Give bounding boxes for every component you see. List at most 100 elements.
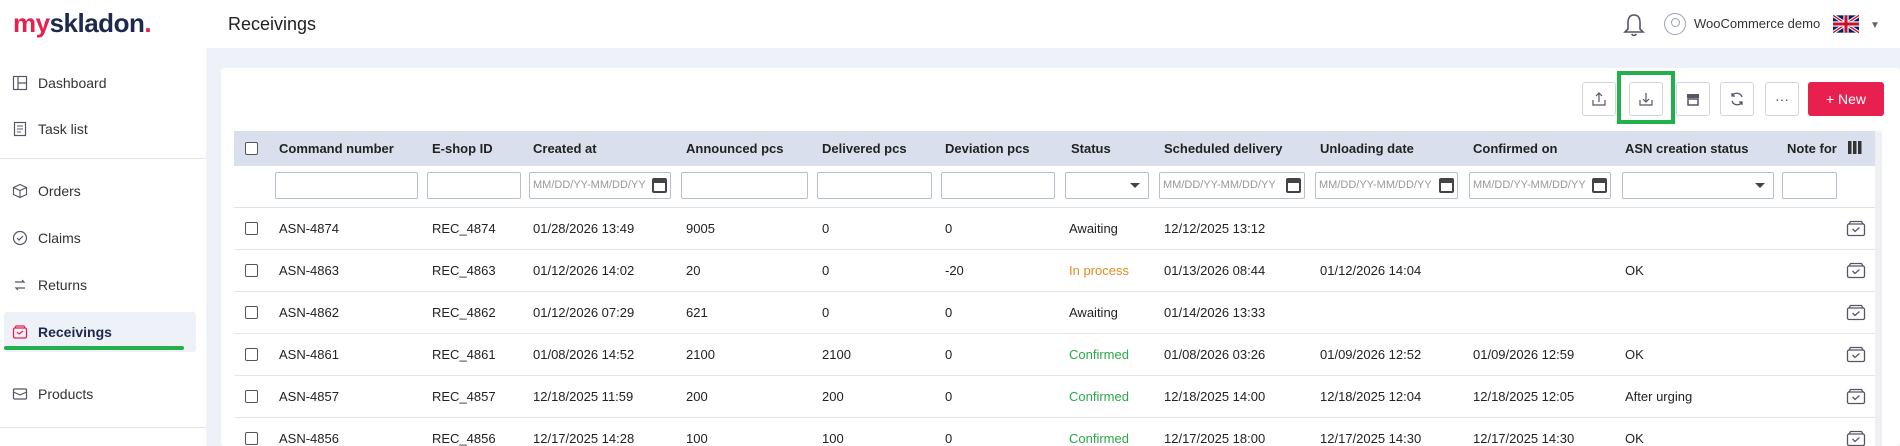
cell-status: Confirmed <box>1069 431 1129 446</box>
col-confirmed-on[interactable]: Confirmed on <box>1473 141 1558 156</box>
filter-asn-status-select[interactable] <box>1622 172 1774 199</box>
cell-scheduled: 01/14/2026 13:33 <box>1164 305 1266 320</box>
filter-announced-pcs[interactable] <box>681 172 808 199</box>
cell-created: 12/17/2025 14:28 <box>533 431 635 446</box>
filter-note-for[interactable] <box>1782 172 1837 199</box>
cell-delivered: 100 <box>822 431 844 446</box>
cell-status: Awaiting <box>1069 305 1118 320</box>
cell-created: 12/18/2025 11:59 <box>533 389 634 404</box>
avatar[interactable] <box>1664 13 1686 35</box>
row-checkbox[interactable] <box>245 432 258 445</box>
row-checkbox[interactable] <box>245 390 258 403</box>
cell-announced: 9005 <box>686 221 715 236</box>
row-checkbox[interactable] <box>245 348 258 361</box>
more-button[interactable]: ··· <box>1765 82 1799 116</box>
filter-confirmed-on[interactable]: MM/DD/YY-MM/DD/YY <box>1469 172 1611 199</box>
cell-delivered: 0 <box>822 305 830 320</box>
col-command-number[interactable]: Command number <box>279 141 394 156</box>
cell-eshop: REC_4856 <box>432 431 496 446</box>
col-note-for[interactable]: Note for <box>1787 141 1837 156</box>
row-checkbox[interactable] <box>245 264 258 277</box>
col-status[interactable]: Status <box>1071 141 1111 156</box>
col-unloading-date[interactable]: Unloading date <box>1320 141 1414 156</box>
filter-delivered-pcs[interactable] <box>817 172 932 199</box>
receiving-box-icon[interactable] <box>1846 262 1866 279</box>
chevron-down-icon[interactable]: ▼ <box>1870 20 1880 31</box>
sidebar-item-orders[interactable]: Orders <box>0 171 196 211</box>
receiving-box-icon[interactable] <box>1846 388 1866 405</box>
cell-command[interactable]: ASN-4863 <box>279 263 339 278</box>
cell-announced: 20 <box>686 263 701 278</box>
dashboard-icon <box>12 75 28 91</box>
cell-eshop: REC_4862 <box>432 305 496 320</box>
filter-created-at[interactable]: MM/DD/YY-MM/DD/YY <box>529 172 671 199</box>
filter-status-select[interactable] <box>1065 172 1149 199</box>
receiving-box-icon[interactable] <box>1846 430 1866 446</box>
products-icon <box>12 388 28 400</box>
select-all-checkbox[interactable] <box>245 142 258 155</box>
filter-unloading-date[interactable]: MM/DD/YY-MM/DD/YY <box>1315 172 1458 199</box>
upload-icon <box>1592 92 1606 106</box>
cell-deviation: 0 <box>945 389 953 404</box>
cell-delivered: 200 <box>822 389 844 404</box>
calendar-icon[interactable] <box>1286 178 1301 193</box>
box-icon <box>12 183 28 199</box>
cell-command[interactable]: ASN-4861 <box>279 347 339 362</box>
cell-scheduled: 01/13/2026 08:44 <box>1164 263 1266 278</box>
refresh-icon <box>1731 92 1743 106</box>
cell-confirmed: 01/09/2026 12:59 <box>1473 347 1575 362</box>
cell-announced: 621 <box>686 305 708 320</box>
filter-deviation-pcs[interactable] <box>941 172 1055 199</box>
row-checkbox[interactable] <box>245 222 258 235</box>
cell-asn: After urging <box>1625 389 1693 404</box>
receiving-box-icon[interactable] <box>1846 220 1866 237</box>
logo[interactable]: myskladon. <box>13 8 152 39</box>
col-delivered-pcs[interactable]: Delivered pcs <box>822 141 907 156</box>
filter-command-number[interactable] <box>275 172 418 199</box>
sidebar-item-dashboard[interactable]: Dashboard <box>0 63 196 103</box>
calendar-icon[interactable] <box>1592 178 1607 193</box>
cell-unloading: 12/17/2025 14:30 <box>1320 431 1422 446</box>
sidebar-item-products[interactable]: Products <box>0 374 196 414</box>
sidebar-item-task-list[interactable]: Task list <box>0 109 196 149</box>
page-title: Receivings <box>228 14 317 34</box>
bell-icon[interactable] <box>1622 12 1646 38</box>
col-announced-pcs[interactable]: Announced pcs <box>686 141 784 156</box>
claims-icon <box>12 230 28 246</box>
user-name[interactable]: WooCommerce demo <box>1694 16 1820 31</box>
col-created-at[interactable]: Created at <box>533 141 597 156</box>
calendar-icon[interactable] <box>1439 178 1454 193</box>
sidebar-item-claims[interactable]: Claims <box>0 218 196 258</box>
col-asn-creation-status[interactable]: ASN creation status <box>1625 141 1749 156</box>
receiving-box-icon[interactable] <box>1846 304 1866 321</box>
cell-command[interactable]: ASN-4862 <box>279 305 339 320</box>
cell-command[interactable]: ASN-4856 <box>279 431 339 446</box>
export-button[interactable] <box>1582 82 1616 116</box>
columns-icon[interactable] <box>1848 141 1862 154</box>
filter-scheduled-delivery[interactable]: MM/DD/YY-MM/DD/YY <box>1159 172 1305 199</box>
store-icon <box>1687 94 1699 106</box>
cell-created: 01/12/2026 14:02 <box>533 263 635 278</box>
filter-eshop-id[interactable] <box>427 172 521 199</box>
cell-unloading: 12/18/2025 12:04 <box>1320 389 1422 404</box>
cell-scheduled: 12/12/2025 13:12 <box>1164 221 1266 236</box>
sidebar-item-returns[interactable]: Returns <box>0 265 196 305</box>
row-checkbox[interactable] <box>245 306 258 319</box>
cell-command[interactable]: ASN-4874 <box>279 221 339 236</box>
refresh-button[interactable] <box>1720 82 1754 116</box>
highlight-box <box>1617 71 1675 124</box>
uk-flag-icon[interactable] <box>1833 14 1859 34</box>
col-deviation-pcs[interactable]: Deviation pcs <box>945 141 1030 156</box>
col-scheduled-delivery[interactable]: Scheduled delivery <box>1164 141 1283 156</box>
calendar-icon[interactable] <box>652 178 667 193</box>
receiving-box-icon[interactable] <box>1846 346 1866 363</box>
col-eshop-id[interactable]: E-shop ID <box>432 141 493 156</box>
store-button[interactable] <box>1676 82 1710 116</box>
cell-created: 01/08/2026 14:52 <box>533 347 635 362</box>
cell-announced: 2100 <box>686 347 715 362</box>
cell-status: Confirmed <box>1069 389 1129 404</box>
scrollbar[interactable] <box>1875 131 1882 446</box>
cell-scheduled: 01/08/2026 03:26 <box>1164 347 1266 362</box>
new-button[interactable]: + New <box>1808 82 1884 116</box>
cell-command[interactable]: ASN-4857 <box>279 389 339 404</box>
